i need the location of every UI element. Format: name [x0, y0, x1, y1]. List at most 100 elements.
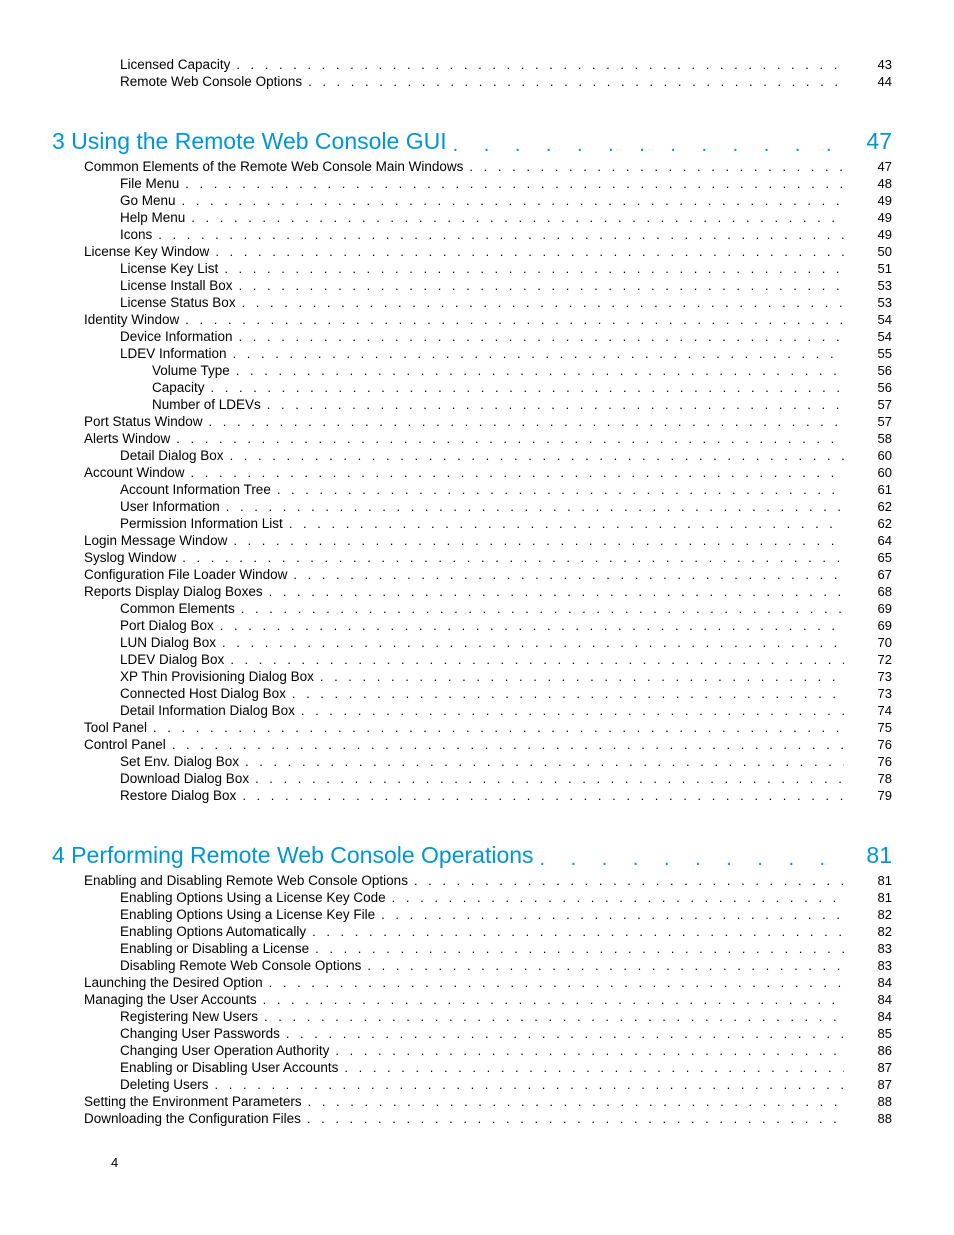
toc-entry-row[interactable]: License Key List. . . . . . . . . . . . …: [52, 262, 892, 279]
toc-entry-row[interactable]: License Status Box. . . . . . . . . . . …: [52, 296, 892, 313]
toc-leader: . . . . . . . . . . . . . . . . . . . . …: [214, 619, 844, 632]
toc-entry-row[interactable]: LDEV Dialog Box. . . . . . . . . . . . .…: [52, 653, 892, 670]
toc-label: Licensed Capacity: [120, 58, 230, 72]
toc-entry-row[interactable]: Connected Host Dialog Box. . . . . . . .…: [52, 687, 892, 704]
toc-label: Setting the Environment Parameters: [84, 1095, 302, 1109]
toc-entry-row[interactable]: Number of LDEVs. . . . . . . . . . . . .…: [52, 398, 892, 415]
toc-entry-row[interactable]: Licensed Capacity. . . . . . . . . . . .…: [52, 58, 892, 75]
toc-entry-row[interactable]: Tool Panel. . . . . . . . . . . . . . . …: [52, 721, 892, 738]
toc-leader: . . . . . . . . . . . . . . . . . . . . …: [375, 908, 844, 921]
toc-entry-row[interactable]: Port Dialog Box. . . . . . . . . . . . .…: [52, 619, 892, 636]
toc-entry-row[interactable]: Volume Type. . . . . . . . . . . . . . .…: [52, 364, 892, 381]
toc-entry-row[interactable]: License Install Box. . . . . . . . . . .…: [52, 279, 892, 296]
toc-leader: . . . . . . . . . . . . . . . . . . . . …: [286, 687, 844, 700]
toc-entry-row[interactable]: Account Information Tree. . . . . . . . …: [52, 483, 892, 500]
toc-entry-row[interactable]: Changing User Passwords. . . . . . . . .…: [52, 1027, 892, 1044]
toc-page-number: 55: [844, 347, 892, 360]
toc-entry-row[interactable]: Download Dialog Box. . . . . . . . . . .…: [52, 772, 892, 789]
toc-page-number: 53: [844, 279, 892, 292]
toc-entry-row[interactable]: Icons. . . . . . . . . . . . . . . . . .…: [52, 228, 892, 245]
toc-chapter-row[interactable]: 3 Using the Remote Web Console GUI. . . …: [52, 130, 892, 156]
toc-label: Disabling Remote Web Console Options: [120, 959, 361, 973]
toc-leader: . . . . . . . . . . . . . . . . . . . . …: [209, 245, 844, 258]
toc-label: License Key List: [120, 262, 218, 276]
toc-label: Downloading the Configuration Files: [84, 1112, 301, 1126]
toc-entry-row[interactable]: Syslog Window. . . . . . . . . . . . . .…: [52, 551, 892, 568]
toc-entry-row[interactable]: Enabling Options Automatically. . . . . …: [52, 925, 892, 942]
toc-entry-row[interactable]: Enabling and Disabling Remote Web Consol…: [52, 874, 892, 891]
toc-leader: . . . . . . . . . . . . . . . . . . . . …: [287, 568, 844, 581]
toc-entry-row[interactable]: Set Env. Dialog Box. . . . . . . . . . .…: [52, 755, 892, 772]
toc-leader: . . . . . . . . . . . . . . . . . . . . …: [176, 194, 844, 207]
toc-entry-row[interactable]: Help Menu. . . . . . . . . . . . . . . .…: [52, 211, 892, 228]
toc-entry-row[interactable]: XP Thin Provisioning Dialog Box. . . . .…: [52, 670, 892, 687]
toc-leader: . . . . . . . . . . . . . . . . . . . . …: [147, 721, 844, 734]
toc-entry-row[interactable]: LDEV Information. . . . . . . . . . . . …: [52, 347, 892, 364]
toc-page-number: 67: [844, 568, 892, 581]
toc-entry-row[interactable]: Account Window. . . . . . . . . . . . . …: [52, 466, 892, 483]
toc-entry-row[interactable]: Identity Window. . . . . . . . . . . . .…: [52, 313, 892, 330]
toc-leader: . . . . . . . . . . . . . . . . . . . . …: [203, 415, 844, 428]
toc-entry-row[interactable]: Detail Dialog Box. . . . . . . . . . . .…: [52, 449, 892, 466]
toc-leader: . . . . . . . . . . . . . . . . . . . . …: [314, 670, 844, 683]
toc-leader: . . . . . . . . . . . . . . . . . . . . …: [179, 177, 844, 190]
toc-leader: . . . . . . . . . . . . . . . . . . . . …: [302, 1095, 844, 1108]
toc-page-number: 75: [844, 721, 892, 734]
toc-leader: . . . . . . . . . . . . . . . . . . . . …: [227, 347, 844, 360]
toc-entry-row[interactable]: Port Status Window. . . . . . . . . . . …: [52, 415, 892, 432]
toc-entry-row[interactable]: Reports Display Dialog Boxes. . . . . . …: [52, 585, 892, 602]
toc-entry-row[interactable]: Enabling Options Using a License Key Cod…: [52, 891, 892, 908]
toc-entry-row[interactable]: File Menu. . . . . . . . . . . . . . . .…: [52, 177, 892, 194]
toc-chapter-row[interactable]: 4 Performing Remote Web Console Operatio…: [52, 844, 892, 870]
toc-entry-row[interactable]: Permission Information List. . . . . . .…: [52, 517, 892, 534]
toc-label: Changing User Passwords: [120, 1027, 280, 1041]
toc-label: Account Information Tree: [120, 483, 271, 497]
toc-entry-row[interactable]: Enabling Options Using a License Key Fil…: [52, 908, 892, 925]
toc-leader: . . . . . . . . . . . . . . . . . . . . …: [236, 789, 844, 802]
toc-page-number: 82: [844, 908, 892, 921]
toc-entry-row[interactable]: User Information. . . . . . . . . . . . …: [52, 500, 892, 517]
toc-entry-row[interactable]: Go Menu. . . . . . . . . . . . . . . . .…: [52, 194, 892, 211]
toc-entry-row[interactable]: Alerts Window. . . . . . . . . . . . . .…: [52, 432, 892, 449]
toc-page-number: 56: [844, 364, 892, 377]
toc-leader: . . . . . . . . . . . . . . . . . . . . …: [386, 891, 844, 904]
toc-page-number: 50: [844, 245, 892, 258]
toc-label: Reports Display Dialog Boxes: [84, 585, 263, 599]
toc-entry-row[interactable]: Enabling or Disabling a License. . . . .…: [52, 942, 892, 959]
toc-label: Download Dialog Box: [120, 772, 249, 786]
toc-label: Port Dialog Box: [120, 619, 214, 633]
toc-label: Enabling or Disabling User Accounts: [120, 1061, 338, 1075]
toc-entry-row[interactable]: License Key Window. . . . . . . . . . . …: [52, 245, 892, 262]
toc-page-number: 76: [844, 755, 892, 768]
toc-entry-row[interactable]: Restore Dialog Box. . . . . . . . . . . …: [52, 789, 892, 806]
toc-entry-row[interactable]: Launching the Desired Option. . . . . . …: [52, 976, 892, 993]
toc-entry-row[interactable]: Deleting Users. . . . . . . . . . . . . …: [52, 1078, 892, 1095]
toc-entry-row[interactable]: Remote Web Console Options. . . . . . . …: [52, 75, 892, 92]
toc-entry-row[interactable]: Enabling or Disabling User Accounts. . .…: [52, 1061, 892, 1078]
toc-entry-row[interactable]: Downloading the Configuration Files. . .…: [52, 1112, 892, 1129]
toc-label: Launching the Desired Option: [84, 976, 263, 990]
toc-entry-row[interactable]: Changing User Operation Authority. . . .…: [52, 1044, 892, 1061]
toc-entry-row[interactable]: Configuration File Loader Window. . . . …: [52, 568, 892, 585]
toc-entry-row[interactable]: Capacity. . . . . . . . . . . . . . . . …: [52, 381, 892, 398]
toc-entry-row[interactable]: Control Panel. . . . . . . . . . . . . .…: [52, 738, 892, 755]
toc-leader: . . . . . . . . . . . . . . . . . . . . …: [227, 534, 844, 547]
toc-entry-row[interactable]: Disabling Remote Web Console Options. . …: [52, 959, 892, 976]
toc-page-number: 60: [844, 449, 892, 462]
toc-entry-row[interactable]: LUN Dialog Box. . . . . . . . . . . . . …: [52, 636, 892, 653]
toc-entry-row[interactable]: Common Elements of the Remote Web Consol…: [52, 160, 892, 177]
toc-entry-row[interactable]: Detail Information Dialog Box. . . . . .…: [52, 704, 892, 721]
toc-entry-row[interactable]: Managing the User Accounts. . . . . . . …: [52, 993, 892, 1010]
toc-leader: . . . . . . . . . . . . . . . . . . . . …: [408, 874, 844, 887]
toc-leader: . . . . . . . . . . . . . . . . . . . . …: [306, 925, 844, 938]
toc-entry-row[interactable]: Setting the Environment Parameters. . . …: [52, 1095, 892, 1112]
toc-entry-row[interactable]: Registering New Users. . . . . . . . . .…: [52, 1010, 892, 1027]
toc-label: 3 Using the Remote Web Console GUI: [52, 130, 447, 153]
toc-entry-row[interactable]: Common Elements. . . . . . . . . . . . .…: [52, 602, 892, 619]
toc-leader: . . . . . . . . . . . . . . . . . . . . …: [233, 330, 844, 343]
toc-entry-row[interactable]: Device Information. . . . . . . . . . . …: [52, 330, 892, 347]
toc-label: Account Window: [84, 466, 185, 480]
toc-leader: . . . . . . . . . . . . . . . . . . . . …: [218, 262, 844, 275]
toc-label: Managing the User Accounts: [84, 993, 257, 1007]
toc-entry-row[interactable]: Login Message Window. . . . . . . . . . …: [52, 534, 892, 551]
